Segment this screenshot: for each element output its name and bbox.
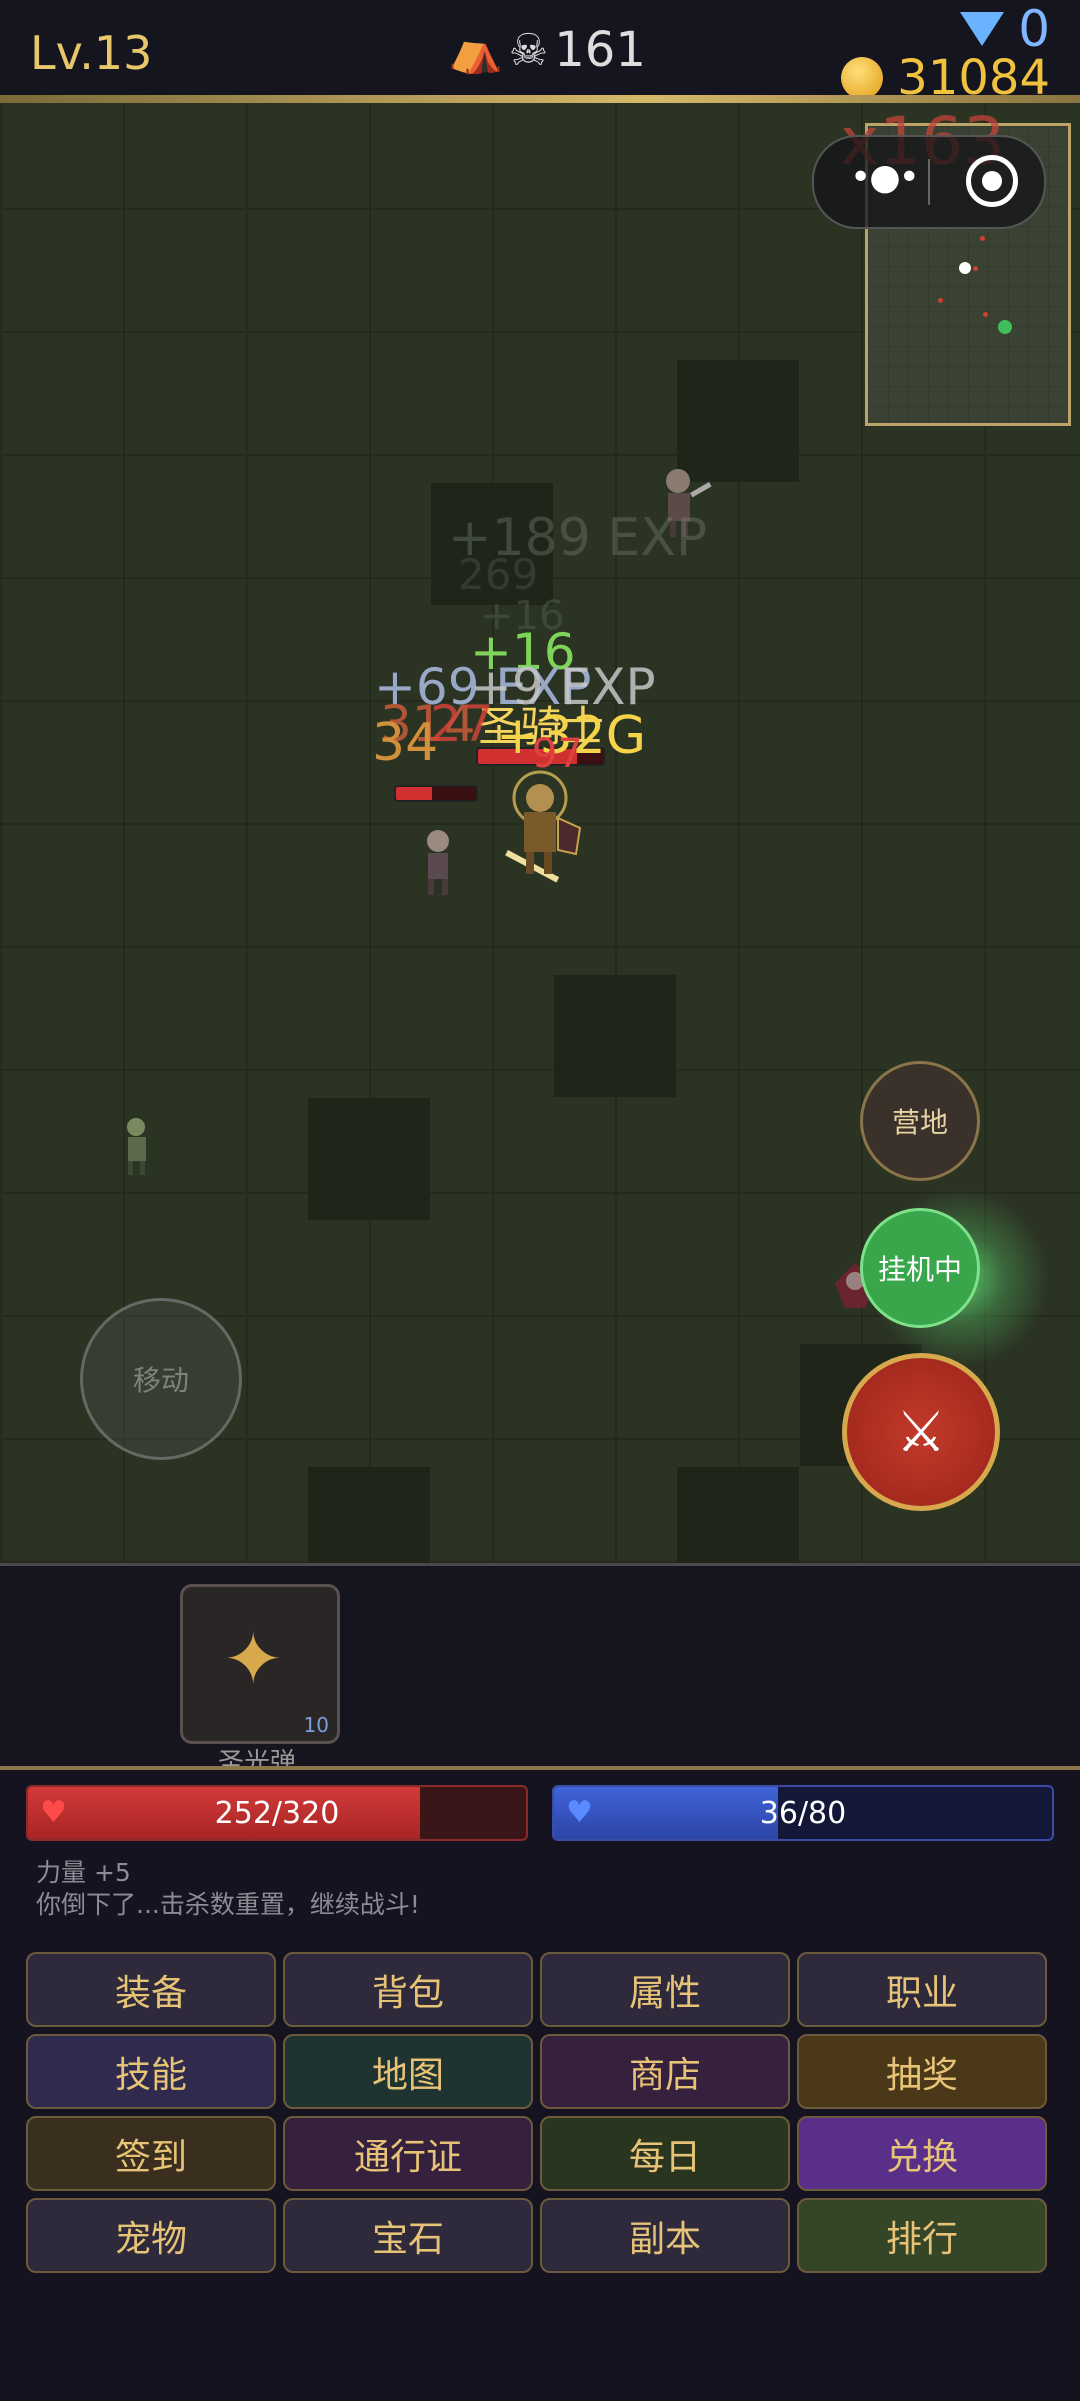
ranking-button[interactable]: 排行 — [797, 2198, 1047, 2273]
pet-button[interactable]: 宠物 — [26, 2198, 276, 2273]
gem-button[interactable]: 宝石 — [283, 2198, 533, 2273]
hud-divider — [0, 95, 1080, 103]
floating-text: 97 — [532, 731, 583, 777]
player-marker — [959, 262, 971, 274]
camp-button[interactable]: 营地 — [860, 1061, 980, 1181]
main-menu: 装备 背包 属性 职业技能 地图 商店 抽奖签到 通行证 每日 兑换宠物 宝石 副本 排行 — [26, 1952, 1049, 2273]
crossed-swords-icon: ⚔ — [895, 1399, 947, 1465]
checkin-button[interactable]: 签到 — [26, 2116, 276, 2191]
battle-log: 力量 +5 你倒下了...击杀数重置，继续战斗! — [36, 1857, 420, 1921]
equipment-button[interactable]: 装备 — [26, 1952, 276, 2027]
floor-tile — [677, 1467, 799, 1563]
floor-tile — [554, 975, 676, 1097]
close-target-icon[interactable] — [966, 155, 1018, 207]
hp-value: 252/320 — [214, 1796, 340, 1831]
enemy-hp-bar — [394, 785, 478, 802]
enemy-marker — [973, 266, 978, 271]
mp-bar: ♥ 36/80 — [552, 1785, 1054, 1841]
skill-charges: 10 — [303, 1713, 329, 1737]
dungeon-button[interactable]: 副本 — [540, 2198, 790, 2273]
paladin-player — [505, 770, 582, 883]
top-hud: Lv.13 ⛺ ☠ 161 0 31084 — [0, 0, 1080, 108]
redeem-button[interactable]: 兑换 — [797, 2116, 1047, 2191]
kill-count: 161 — [554, 22, 646, 78]
capsule-divider — [928, 159, 930, 205]
attributes-button[interactable]: 属性 — [540, 1952, 790, 2027]
coin-icon — [841, 57, 884, 99]
zombie-enemy[interactable] — [112, 1113, 162, 1183]
player-level: Lv.13 — [30, 26, 153, 80]
bag-button[interactable]: 背包 — [283, 1952, 533, 2027]
move-joystick[interactable]: 移动 — [80, 1298, 242, 1460]
floating-text: 27 — [430, 695, 494, 753]
sparkle-icon: ✦ — [223, 1617, 284, 1701]
log-line: 你倒下了...击杀数重置，继续战斗! — [36, 1890, 420, 1919]
skill-slot[interactable]: ✦ 10 — [180, 1584, 340, 1744]
status-divider — [0, 1766, 1080, 1770]
shop-button[interactable]: 商店 — [540, 2034, 790, 2109]
lottery-button[interactable]: 抽奖 — [797, 2034, 1047, 2109]
skeleton-enemy[interactable] — [410, 823, 470, 903]
enemy-marker — [983, 312, 988, 317]
floor-tile — [308, 1098, 430, 1220]
skull-icon: ☠ — [508, 24, 549, 76]
skills-button[interactable]: 技能 — [26, 2034, 276, 2109]
enemy-marker — [980, 236, 985, 241]
diamond-icon — [960, 12, 1005, 46]
skill-bar: ✦ 10 圣光弹 — [0, 1563, 1080, 1771]
floating-text: 34 — [372, 713, 439, 773]
exit-marker — [998, 320, 1012, 334]
pass-button[interactable]: 通行证 — [283, 2116, 533, 2191]
map-button[interactable]: 地图 — [283, 2034, 533, 2109]
log-line: 力量 +5 — [36, 1858, 131, 1887]
mp-value: 36/80 — [759, 1796, 847, 1831]
miniprogram-capsule[interactable]: •●• — [812, 135, 1046, 229]
enemy-marker — [938, 298, 943, 303]
kill-counter: ⛺ ☠ 161 — [448, 22, 646, 78]
tent-icon: ⛺ — [448, 25, 503, 76]
hp-bar: ♥ 252/320 — [26, 1785, 528, 1841]
game-field[interactable]: x163 •●• +189 EXP — [0, 103, 1080, 1563]
daily-button[interactable]: 每日 — [540, 2116, 790, 2191]
attack-button[interactable]: ⚔ — [842, 1353, 1000, 1511]
class-button[interactable]: 职业 — [797, 1952, 1047, 2027]
floating-text: 269 — [458, 550, 539, 599]
floor-tile — [308, 1467, 430, 1563]
auto-battle-button[interactable]: 挂机中 — [860, 1208, 980, 1328]
more-icon[interactable]: •●• — [850, 157, 920, 198]
